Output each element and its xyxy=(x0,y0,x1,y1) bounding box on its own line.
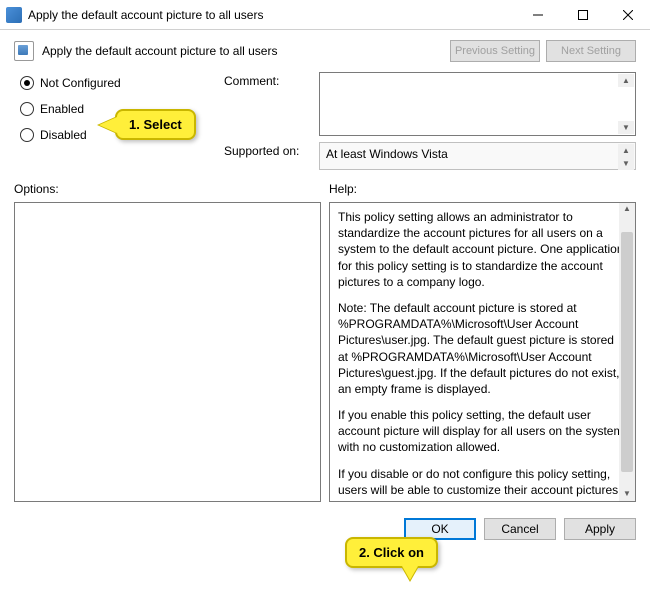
comment-label: Comment: xyxy=(224,72,319,136)
scroll-down-icon[interactable]: ▼ xyxy=(618,121,634,134)
supported-value: At least Windows Vista xyxy=(326,147,448,161)
close-button[interactable] xyxy=(605,0,650,29)
options-box[interactable] xyxy=(14,202,321,502)
content-area: Apply the default account picture to all… xyxy=(0,30,650,510)
supported-value-box: At least Windows Vista ▲ ▼ xyxy=(319,142,636,170)
scrollbar[interactable]: ▲ ▼ xyxy=(618,74,634,134)
help-label: Help: xyxy=(329,182,636,196)
minimize-button[interactable] xyxy=(515,0,560,29)
radio-label: Disabled xyxy=(40,128,87,142)
help-paragraph: This policy setting allows an administra… xyxy=(338,209,627,290)
maximize-button[interactable] xyxy=(560,0,605,29)
previous-setting-button[interactable]: Previous Setting xyxy=(450,40,540,62)
annotation-text: 1. Select xyxy=(129,117,182,132)
policy-icon xyxy=(14,41,34,61)
policy-title: Apply the default account picture to all… xyxy=(42,44,277,58)
scrollbar[interactable]: ▲ ▼ xyxy=(619,203,635,501)
scroll-up-icon[interactable]: ▲ xyxy=(618,74,634,87)
supported-label: Supported on: xyxy=(224,142,319,170)
help-paragraph: If you disable or do not configure this … xyxy=(338,466,627,498)
options-label: Options: xyxy=(14,182,321,196)
scroll-down-icon[interactable]: ▼ xyxy=(619,488,635,501)
annotation-click-on: 2. Click on xyxy=(345,537,438,568)
window-controls xyxy=(515,0,650,29)
scroll-up-icon[interactable]: ▲ xyxy=(618,144,634,157)
help-box[interactable]: This policy setting allows an administra… xyxy=(329,202,636,502)
options-panel: Options: xyxy=(14,182,321,502)
footer: OK Cancel Apply xyxy=(0,510,650,548)
comment-row: Comment: ▲ ▼ xyxy=(224,72,636,136)
scroll-up-icon[interactable]: ▲ xyxy=(619,203,635,216)
supported-row: Supported on: At least Windows Vista ▲ ▼ xyxy=(224,142,636,170)
help-paragraph: If you enable this policy setting, the d… xyxy=(338,407,627,456)
apply-button[interactable]: Apply xyxy=(564,518,636,540)
help-paragraph: Note: The default account picture is sto… xyxy=(338,300,627,397)
radio-icon xyxy=(20,76,34,90)
app-icon xyxy=(6,7,22,23)
scrollbar[interactable]: ▲ ▼ xyxy=(618,144,634,168)
scroll-down-icon[interactable]: ▼ xyxy=(618,157,634,170)
fields-col: Comment: ▲ ▼ Supported on: At least Wind… xyxy=(224,72,636,176)
radio-icon xyxy=(20,128,34,142)
scroll-thumb[interactable] xyxy=(621,232,633,472)
panels: Options: Help: This policy setting allow… xyxy=(14,182,636,502)
titlebar: Apply the default account picture to all… xyxy=(0,0,650,30)
annotation-text: 2. Click on xyxy=(359,545,424,560)
header-row: Apply the default account picture to all… xyxy=(14,40,636,62)
radio-not-configured[interactable]: Not Configured xyxy=(20,76,224,90)
radio-label: Not Configured xyxy=(40,76,121,90)
annotation-select: 1. Select xyxy=(115,109,196,140)
nav-buttons: Previous Setting Next Setting xyxy=(450,40,636,62)
radio-icon xyxy=(20,102,34,116)
cancel-button[interactable]: Cancel xyxy=(484,518,556,540)
help-panel: Help: This policy setting allows an admi… xyxy=(329,182,636,502)
next-setting-button[interactable]: Next Setting xyxy=(546,40,636,62)
callout-tail-icon xyxy=(402,566,418,580)
window-title: Apply the default account picture to all… xyxy=(28,8,515,22)
callout-tail-icon xyxy=(99,117,117,133)
comment-textarea[interactable]: ▲ ▼ xyxy=(319,72,636,136)
radio-label: Enabled xyxy=(40,102,84,116)
